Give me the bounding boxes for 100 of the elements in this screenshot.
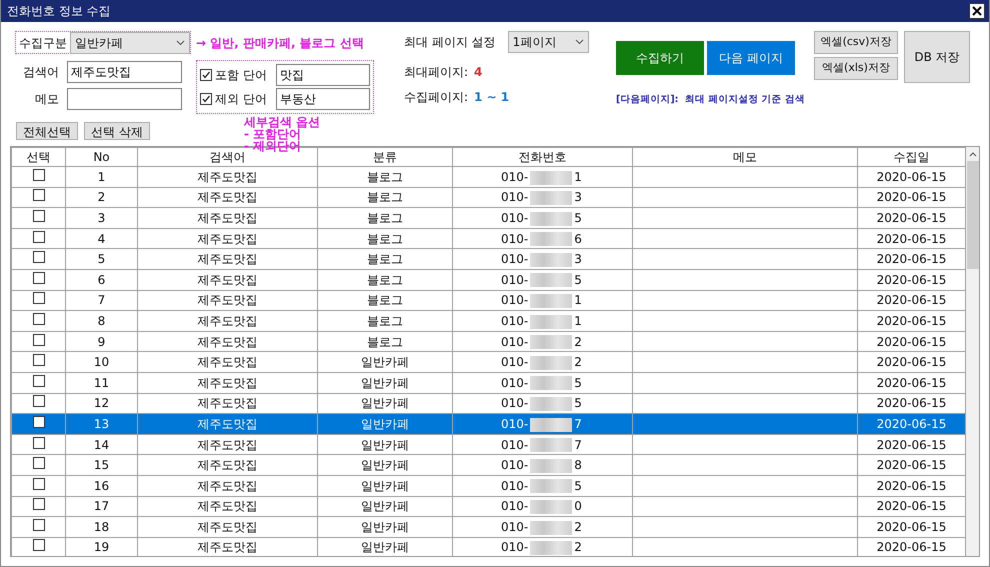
table-row[interactable]: 9 제주도맛집 블로그 010- 2 2020-06-15: [12, 331, 966, 352]
select-all-button[interactable]: 전체선택: [16, 122, 78, 140]
table-cell: 10: [66, 352, 138, 372]
phone-suffix: 3: [574, 190, 582, 204]
checkbox[interactable]: [32, 436, 44, 449]
checkbox[interactable]: [32, 457, 44, 470]
table-cell: 블로그: [318, 310, 452, 332]
table-row[interactable]: 19 제주도맛집 일반카페 010- 2 2020-06-15: [12, 537, 966, 556]
table-row[interactable]: 14 제주도맛집 일반카페 010- 7 2020-06-15: [12, 434, 966, 455]
category-select[interactable]: 일반카페: [70, 32, 190, 54]
table-cell: 2020-06-15: [858, 269, 966, 290]
table-cell: 블로그: [318, 187, 452, 208]
phone-suffix: 5: [574, 210, 582, 225]
table-row[interactable]: 2 제주도맛집 블로그 010- 3 2020-06-15: [12, 187, 966, 208]
table-cell: 4: [66, 228, 138, 249]
keyword-field[interactable]: 제주도맛집: [67, 61, 182, 83]
scroll-thumb[interactable]: [966, 161, 978, 269]
checkbox[interactable]: [32, 312, 44, 325]
column-header[interactable]: No: [66, 148, 138, 166]
table-row[interactable]: 17 제주도맛집 일반카페 010- 0 2020-06-15: [12, 496, 966, 517]
checkbox[interactable]: [32, 539, 44, 552]
redaction-block: [530, 458, 572, 473]
table-row[interactable]: 1 제주도맛집 블로그 010- 1 2020-06-15: [12, 166, 966, 188]
checkbox[interactable]: [32, 498, 44, 510]
checkbox[interactable]: [32, 334, 44, 346]
next-page-button[interactable]: 다음 페이지: [707, 41, 795, 75]
table-cell: 16: [66, 475, 138, 496]
table-cell: 17: [66, 496, 138, 517]
checkbox[interactable]: [32, 292, 44, 304]
max-page-label: 최대페이지:: [404, 64, 468, 81]
checkbox[interactable]: [32, 230, 44, 243]
table-cell: 2020-06-15: [858, 454, 966, 476]
table-row[interactable]: 4 제주도맛집 블로그 010- 6 2020-06-15: [12, 228, 966, 249]
page-select[interactable]: 1페이지: [508, 31, 589, 53]
column-header[interactable]: 선택: [12, 148, 66, 166]
table-row[interactable]: 6 제주도맛집 블로그 010- 5 2020-06-15: [12, 269, 966, 290]
column-header[interactable]: 전화번호: [452, 148, 632, 166]
phone-suffix: 7: [574, 438, 582, 452]
collect-pages-label: 수집페이지:: [404, 89, 468, 106]
checkbox[interactable]: [32, 518, 44, 531]
excel-csv-save-button[interactable]: 엑셀(csv)저장: [814, 31, 898, 54]
table-cell: 블로그: [318, 331, 452, 352]
collect-button[interactable]: 수집하기: [616, 41, 704, 75]
redaction-block: [530, 418, 572, 432]
checkbox[interactable]: [32, 251, 44, 264]
table-row[interactable]: 15 제주도맛집 일반카페 010- 8 2020-06-15: [12, 454, 966, 476]
table-cell: 블로그: [318, 228, 452, 249]
checkbox[interactable]: [32, 189, 44, 202]
table-cell: 제주도맛집: [138, 434, 318, 455]
checkbox[interactable]: [200, 69, 212, 81]
memo-field[interactable]: [67, 88, 182, 110]
column-header[interactable]: 분류: [318, 148, 452, 166]
phone-suffix: 6: [574, 232, 582, 246]
excel-xls-save-button[interactable]: 엑셀(xls)저장: [814, 57, 898, 80]
column-header[interactable]: 메모: [632, 148, 858, 166]
table-row[interactable]: 3 제주도맛집 블로그 010- 5 2020-06-15: [12, 208, 966, 228]
table-cell: 제주도맛집: [138, 290, 318, 311]
close-button[interactable]: [969, 3, 985, 19]
table-row[interactable]: 10 제주도맛집 일반카페 010- 2 2020-06-15: [12, 352, 966, 372]
phone-prefix: 010-: [501, 334, 528, 349]
redaction-block: [530, 252, 572, 267]
table-row[interactable]: 7 제주도맛집 블로그 010- 1 2020-06-15: [12, 290, 966, 311]
table-cell: 5: [66, 248, 138, 270]
redaction-block: [530, 438, 572, 452]
checkbox[interactable]: [32, 374, 44, 387]
table-cell: 제주도맛집: [138, 454, 318, 476]
table-cell: 2020-06-15: [858, 331, 966, 352]
scrollbar[interactable]: [966, 147, 979, 556]
exclude-word-field[interactable]: 부동산: [276, 88, 370, 110]
table-row[interactable]: 8 제주도맛집 블로그 010- 1 2020-06-15: [12, 310, 966, 332]
include-word-field[interactable]: 맛집: [276, 64, 370, 86]
table-cell: 2020-06-15: [858, 352, 966, 372]
checkbox[interactable]: [32, 395, 44, 408]
collect-pages-value: 1 ~ 1: [474, 89, 510, 106]
checkbox[interactable]: [32, 272, 44, 284]
redaction-block: [530, 273, 572, 288]
table-row[interactable]: 18 제주도맛집 일반카페 010- 2 2020-06-15: [12, 516, 966, 538]
table-cell: 2020-06-15: [858, 290, 966, 311]
delete-selected-button[interactable]: 선택 삭제: [84, 122, 150, 140]
redaction-block: [530, 500, 572, 514]
table-row[interactable]: 5 제주도맛집 블로그 010- 3 2020-06-15: [12, 248, 966, 270]
hint-text: [다음페이지]: 최대 페이지설정 기준 검색: [616, 93, 806, 107]
window-title: 전화번호 정보 수집: [7, 3, 111, 20]
checkbox[interactable]: [32, 168, 44, 181]
checkbox[interactable]: [32, 416, 44, 428]
table-cell: 블로그: [318, 248, 452, 270]
checkbox[interactable]: [32, 478, 44, 490]
table-row[interactable]: 16 제주도맛집 일반카페 010- 5 2020-06-15: [12, 475, 966, 496]
table-row[interactable]: 13 제주도맛집 일반카페 010- 7 2020-06-15: [12, 414, 966, 434]
phone-prefix: 010-: [501, 170, 528, 184]
table-row[interactable]: 11 제주도맛집 일반카페 010- 5 2020-06-15: [12, 372, 966, 394]
close-icon: [972, 6, 982, 16]
scroll-up-icon[interactable]: [968, 151, 976, 157]
column-header[interactable]: 수집일: [858, 148, 966, 166]
checkbox[interactable]: [32, 210, 44, 222]
table-cell: 제주도맛집: [138, 166, 318, 188]
phone-suffix: 2: [574, 520, 582, 534]
checkbox[interactable]: [32, 354, 44, 366]
db-save-button[interactable]: DB 저장: [904, 31, 970, 83]
checkbox[interactable]: [200, 93, 212, 105]
